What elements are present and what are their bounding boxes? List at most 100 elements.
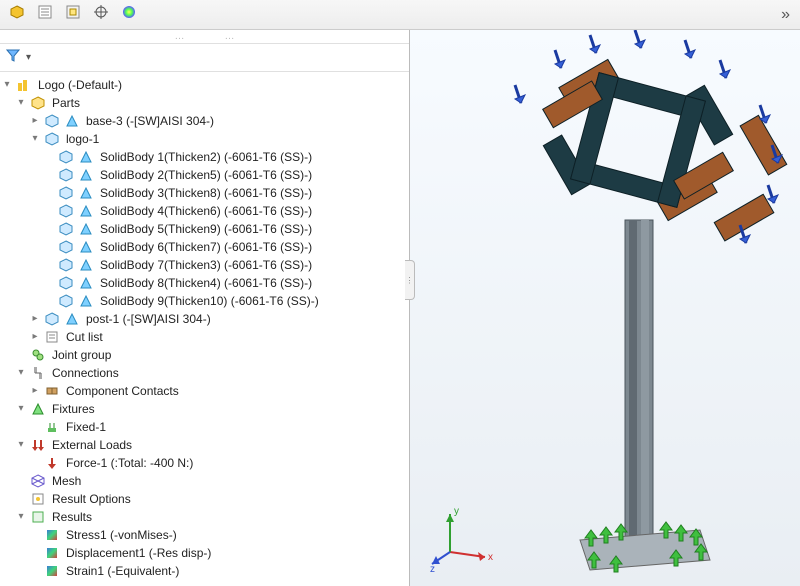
tree-label: Result Options xyxy=(50,490,133,508)
tree-solidbody[interactable]: ▸SolidBody 1(Thicken2) (-6061-T6 (SS)-) xyxy=(2,148,409,166)
tree-solidbody[interactable]: ▸SolidBody 6(Thicken7) (-6061-T6 (SS)-) xyxy=(2,238,409,256)
axis-y-label: y xyxy=(454,506,459,517)
tree-solidbody[interactable]: ▸SolidBody 2(Thicken5) (-6061-T6 (SS)-) xyxy=(2,166,409,184)
tree-component-contacts[interactable]: ▸Component Contacts xyxy=(2,382,409,400)
tree-label: Parts xyxy=(50,94,82,112)
axis-z-label: z xyxy=(430,564,435,572)
axis-x-label: x xyxy=(488,552,493,563)
body-icon xyxy=(58,257,74,273)
toolbar-expand-arrow[interactable]: » xyxy=(775,6,796,24)
tree-stress1[interactable]: ▸Stress1 (-vonMises-) xyxy=(2,526,409,544)
loads-icon xyxy=(30,437,46,453)
tree-label: post-1 (-[SW]AISI 304-) xyxy=(84,310,213,328)
parts-icon xyxy=(30,95,46,111)
tree-label: SolidBody 7(Thicken3) (-6061-T6 (SS)-) xyxy=(98,256,314,274)
body-icon xyxy=(58,275,74,291)
tree-mesh[interactable]: ▸Mesh xyxy=(2,472,409,490)
tree-results[interactable]: ▾Results xyxy=(2,508,409,526)
body-icon xyxy=(58,239,74,255)
tree-force1[interactable]: ▸Force-1 (:Total: -400 N:) xyxy=(2,454,409,472)
tree-logo1[interactable]: ▾logo-1 xyxy=(2,130,409,148)
body-icon xyxy=(58,149,74,165)
filter-dropdown[interactable]: ▾ xyxy=(26,52,31,63)
tree-root-study[interactable]: ▾Logo (-Default-) xyxy=(2,76,409,94)
material-icon xyxy=(78,239,94,255)
funnel-icon[interactable] xyxy=(6,48,20,67)
material-icon xyxy=(78,185,94,201)
tree-label: Fixtures xyxy=(50,400,97,418)
tree-label: base-3 (-[SW]AISI 304-) xyxy=(84,112,216,130)
cutlist-icon xyxy=(44,329,60,345)
joint-icon xyxy=(30,347,46,363)
body-icon xyxy=(58,203,74,219)
graphics-viewport[interactable]: x y z xyxy=(410,30,800,586)
plot-icon xyxy=(44,563,60,579)
material-icon xyxy=(78,167,94,183)
result-options-icon xyxy=(30,491,46,507)
tree-label: Joint group xyxy=(50,346,113,364)
feature-tree-panel: …… ▾ ▾Logo (-Default-) ▾Parts ▸base-3 (-… xyxy=(0,30,410,586)
tree-label: SolidBody 9(Thicken10) (-6061-T6 (SS)-) xyxy=(98,292,321,310)
tab-display-manager[interactable] xyxy=(116,3,142,27)
body-icon xyxy=(58,167,74,183)
tree-parts[interactable]: ▾Parts xyxy=(2,94,409,112)
fixtures-icon xyxy=(30,401,46,417)
material-icon xyxy=(78,221,94,237)
tree-strain1[interactable]: ▸Strain1 (-Equivalent-) xyxy=(2,562,409,580)
part-icon xyxy=(44,311,60,327)
study-icon xyxy=(16,77,32,93)
tree-label: Results xyxy=(50,508,94,526)
material-icon xyxy=(64,113,80,129)
main-content: …… ▾ ▾Logo (-Default-) ▾Parts ▸base-3 (-… xyxy=(0,30,800,586)
tree-label: Mesh xyxy=(50,472,83,490)
feature-tree[interactable]: ▾Logo (-Default-) ▾Parts ▸base-3 (-[SW]A… xyxy=(0,72,409,586)
tree-label: External Loads xyxy=(50,436,134,454)
tree-displacement1[interactable]: ▸Displacement1 (-Res disp-) xyxy=(2,544,409,562)
tab-configuration-manager[interactable] xyxy=(60,3,86,27)
force-icon xyxy=(44,455,60,471)
material-icon xyxy=(78,293,94,309)
tree-fixed1[interactable]: ▸Fixed-1 xyxy=(2,418,409,436)
tree-cutlist[interactable]: ▸Cut list xyxy=(2,328,409,346)
tree-connections[interactable]: ▾Connections xyxy=(2,364,409,382)
tree-label: Force-1 (:Total: -400 N:) xyxy=(64,454,195,472)
tree-solidbody[interactable]: ▸SolidBody 4(Thicken6) (-6061-T6 (SS)-) xyxy=(2,202,409,220)
tree-label: SolidBody 4(Thicken6) (-6061-T6 (SS)-) xyxy=(98,202,314,220)
panel-grip[interactable]: …… xyxy=(0,30,409,44)
tree-solidbody[interactable]: ▸SolidBody 5(Thicken9) (-6061-T6 (SS)-) xyxy=(2,220,409,238)
cube-icon xyxy=(10,5,24,24)
tree-label: Cut list xyxy=(64,328,105,346)
tree-label: SolidBody 3(Thicken8) (-6061-T6 (SS)-) xyxy=(98,184,314,202)
view-triad[interactable]: x y z xyxy=(430,502,500,572)
feature-manager-toolbar: » xyxy=(0,0,800,30)
tree-solidbody[interactable]: ▸SolidBody 9(Thicken10) (-6061-T6 (SS)-) xyxy=(2,292,409,310)
tree-label: SolidBody 1(Thicken2) (-6061-T6 (SS)-) xyxy=(98,148,314,166)
tree-label: Displacement1 (-Res disp-) xyxy=(64,544,213,562)
fixed-icon xyxy=(44,419,60,435)
tree-base3[interactable]: ▸base-3 (-[SW]AISI 304-) xyxy=(2,112,409,130)
plot-icon xyxy=(44,545,60,561)
tree-solidbody[interactable]: ▸SolidBody 3(Thicken8) (-6061-T6 (SS)-) xyxy=(2,184,409,202)
tree-solidbody[interactable]: ▸SolidBody 8(Thicken4) (-6061-T6 (SS)-) xyxy=(2,274,409,292)
tab-featuremanager[interactable] xyxy=(4,3,30,27)
tree-label: SolidBody 8(Thicken4) (-6061-T6 (SS)-) xyxy=(98,274,314,292)
plot-icon xyxy=(44,527,60,543)
body-icon xyxy=(58,293,74,309)
tree-label: Strain1 (-Equivalent-) xyxy=(64,562,181,580)
tree-result-options[interactable]: ▸Result Options xyxy=(2,490,409,508)
tree-solidbody[interactable]: ▸SolidBody 7(Thicken3) (-6061-T6 (SS)-) xyxy=(2,256,409,274)
tree-label: SolidBody 5(Thicken9) (-6061-T6 (SS)-) xyxy=(98,220,314,238)
connections-icon xyxy=(30,365,46,381)
tree-fixtures[interactable]: ▾Fixtures xyxy=(2,400,409,418)
tab-property-manager[interactable] xyxy=(32,3,58,27)
material-icon xyxy=(78,275,94,291)
tree-post1[interactable]: ▸post-1 (-[SW]AISI 304-) xyxy=(2,310,409,328)
tree-jointgroup[interactable]: ▸Joint group xyxy=(2,346,409,364)
mesh-icon xyxy=(30,473,46,489)
tab-dimxpert[interactable] xyxy=(88,3,114,27)
panel-splitter-handle[interactable]: ⋮ xyxy=(405,260,415,300)
body-icon xyxy=(58,221,74,237)
tree-label: Connections xyxy=(50,364,121,382)
target-icon xyxy=(94,5,108,24)
tree-external-loads[interactable]: ▾External Loads xyxy=(2,436,409,454)
